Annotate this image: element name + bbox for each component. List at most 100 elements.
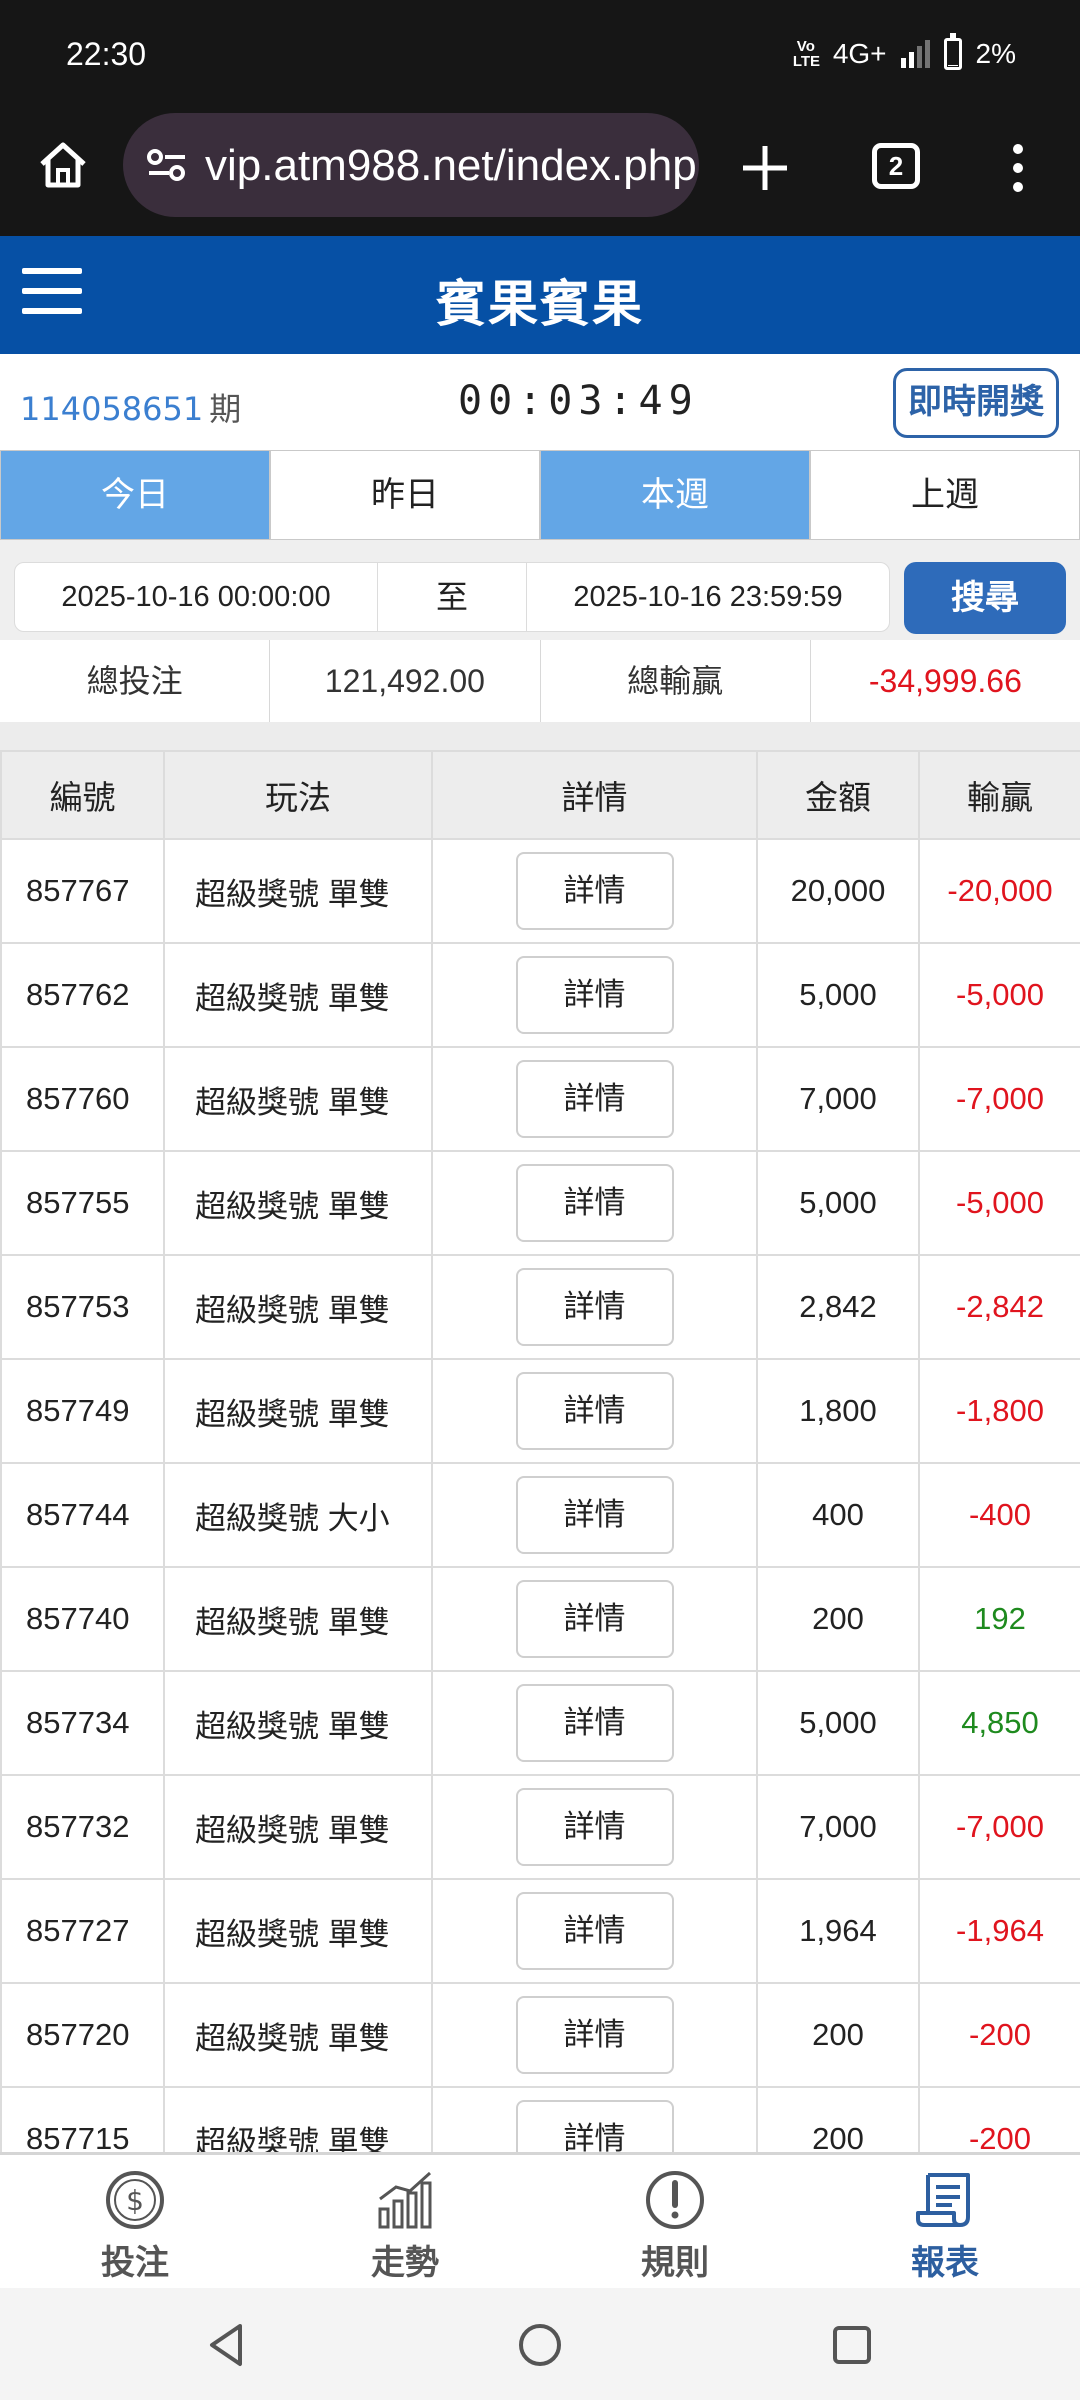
- search-button[interactable]: 搜尋: [904, 562, 1066, 634]
- detail-button[interactable]: 詳情: [515, 1060, 674, 1138]
- page-title: 賓果賓果: [436, 275, 644, 333]
- table-row: 857715 超級獎號 單雙 詳情 200 -200: [0, 2086, 1080, 2152]
- back-icon[interactable]: [200, 2318, 254, 2372]
- table-row: 857744 超級獎號 大小 詳情 400 -400: [0, 1462, 1080, 1568]
- row-amount: 400: [756, 1462, 920, 1568]
- row-result: -20,000: [918, 838, 1080, 944]
- row-amount: 200: [756, 1566, 920, 1672]
- svg-text:$: $: [126, 2184, 144, 2217]
- tab-today[interactable]: 今日: [0, 450, 270, 540]
- bet-records-table[interactable]: 編號 玩法 詳情 金額 輸贏 857767 超級獎號 單雙 詳情 20,000 -20,…: [0, 750, 1080, 2152]
- detail-button[interactable]: 詳情: [515, 2100, 674, 2152]
- dollar-coin-icon: $: [102, 2167, 168, 2233]
- row-id: 857767: [0, 838, 165, 944]
- nav-report-label: 報表: [911, 2243, 979, 2283]
- battery-icon: [943, 33, 962, 70]
- row-detail-cell: 詳情: [431, 1566, 758, 1672]
- detail-button[interactable]: 詳情: [515, 956, 674, 1034]
- nav-rules[interactable]: 規則: [540, 2155, 810, 2288]
- row-play-type: 超級獎號 單雙: [163, 1046, 433, 1152]
- row-id: 857744: [0, 1462, 165, 1568]
- row-detail-cell: 詳情: [431, 2086, 758, 2152]
- row-id: 857727: [0, 1878, 165, 1984]
- row-id: 857753: [0, 1254, 165, 1360]
- detail-button[interactable]: 詳情: [515, 1372, 674, 1450]
- detail-button[interactable]: 詳情: [515, 1476, 674, 1554]
- recents-icon[interactable]: [825, 2318, 879, 2372]
- row-play-type: 超級獎號 大小: [163, 1462, 433, 1568]
- detail-button[interactable]: 詳情: [515, 1684, 674, 1762]
- row-result: -2,842: [918, 1254, 1080, 1360]
- tab-this-week[interactable]: 本週: [540, 450, 810, 540]
- row-result: -5,000: [918, 1150, 1080, 1256]
- row-amount: 5,000: [756, 1670, 920, 1776]
- table-row: 857734 超級獎號 單雙 詳情 5,000 4,850: [0, 1670, 1080, 1776]
- row-play-type: 超級獎號 單雙: [163, 1878, 433, 1984]
- row-id: 857749: [0, 1358, 165, 1464]
- table-row: 857727 超級獎號 單雙 詳情 1,964 -1,964: [0, 1878, 1080, 1984]
- row-result: 4,850: [918, 1670, 1080, 1776]
- more-vert-icon[interactable]: [1000, 140, 1036, 196]
- row-play-type: 超級獎號 單雙: [163, 1358, 433, 1464]
- row-detail-cell: 詳情: [431, 1046, 758, 1152]
- detail-button[interactable]: 詳情: [515, 1580, 674, 1658]
- period-unit: 期: [209, 390, 242, 428]
- search-row: 2025-10-16 00:00:00 至 2025-10-16 23:59:5…: [0, 540, 1080, 640]
- row-amount: 5,000: [756, 1150, 920, 1256]
- tab-last-week[interactable]: 上週: [810, 450, 1080, 540]
- nav-bet[interactable]: $ 投注: [0, 2155, 270, 2288]
- row-amount: 20,000: [756, 838, 920, 944]
- browser-toolbar: vip.atm988.net/index.php 2: [0, 110, 1080, 236]
- live-draw-button[interactable]: 即時開獎: [893, 368, 1059, 438]
- row-play-type: 超級獎號 單雙: [163, 1566, 433, 1672]
- row-id: 857740: [0, 1566, 165, 1672]
- url-text: vip.atm988.net/index.php: [205, 141, 695, 190]
- header-id: 編號: [0, 750, 165, 840]
- row-detail-cell: 詳情: [431, 1358, 758, 1464]
- detail-button[interactable]: 詳情: [515, 852, 674, 930]
- home-circle-icon[interactable]: [513, 2318, 567, 2372]
- row-amount: 1,800: [756, 1358, 920, 1464]
- date-range-box: 2025-10-16 00:00:00 至 2025-10-16 23:59:5…: [14, 562, 890, 632]
- end-date-field[interactable]: 2025-10-16 23:59:59: [527, 563, 889, 631]
- divider: [0, 722, 1080, 750]
- row-play-type: 超級獎號 單雙: [163, 2086, 433, 2152]
- detail-button[interactable]: 詳情: [515, 1892, 674, 1970]
- app-header: 賓果賓果: [0, 236, 1080, 354]
- row-id: 857760: [0, 1046, 165, 1152]
- tab-yesterday[interactable]: 昨日: [270, 450, 540, 540]
- volte-icon: Vo LTE: [792, 38, 821, 70]
- row-result: -200: [918, 1982, 1080, 2088]
- row-id: 857732: [0, 1774, 165, 1880]
- detail-button[interactable]: 詳情: [515, 1788, 674, 1866]
- nav-bet-label: 投注: [101, 2243, 169, 2283]
- row-detail-cell: 詳情: [431, 1150, 758, 1256]
- row-id: 857720: [0, 1982, 165, 2088]
- home-icon[interactable]: [30, 132, 96, 198]
- row-result: -7,000: [918, 1046, 1080, 1152]
- bottom-nav: $ 投注 走勢 規則 報表: [0, 2152, 1080, 2288]
- table-row: 857760 超級獎號 單雙 詳情 7,000 -7,000: [0, 1046, 1080, 1152]
- header-play: 玩法: [163, 750, 433, 840]
- start-date-field[interactable]: 2025-10-16 00:00:00: [15, 563, 377, 631]
- plus-icon[interactable]: [735, 138, 795, 198]
- battery-percent: 2%: [975, 38, 1016, 69]
- address-bar[interactable]: vip.atm988.net/index.php: [123, 113, 699, 217]
- nav-trend[interactable]: 走勢: [270, 2155, 540, 2288]
- total-bet-label: 總投注: [0, 640, 271, 722]
- nav-rules-label: 規則: [641, 2243, 709, 2283]
- row-id: 857734: [0, 1670, 165, 1776]
- nav-report[interactable]: 報表: [810, 2155, 1080, 2288]
- status-time: 22:30: [66, 36, 147, 72]
- exclamation-icon: [642, 2167, 708, 2233]
- row-detail-cell: 詳情: [431, 1254, 758, 1360]
- status-bar: 22:30 Vo LTE 4G+ 2%: [0, 0, 1080, 110]
- tab-switcher-icon[interactable]: 2: [872, 143, 920, 189]
- detail-button[interactable]: 詳情: [515, 1996, 674, 2074]
- row-amount: 1,964: [756, 1878, 920, 1984]
- detail-button[interactable]: 詳情: [515, 1268, 674, 1346]
- site-settings-icon[interactable]: [145, 147, 189, 183]
- row-play-type: 超級獎號 單雙: [163, 1150, 433, 1256]
- row-result: -5,000: [918, 942, 1080, 1048]
- detail-button[interactable]: 詳情: [515, 1164, 674, 1242]
